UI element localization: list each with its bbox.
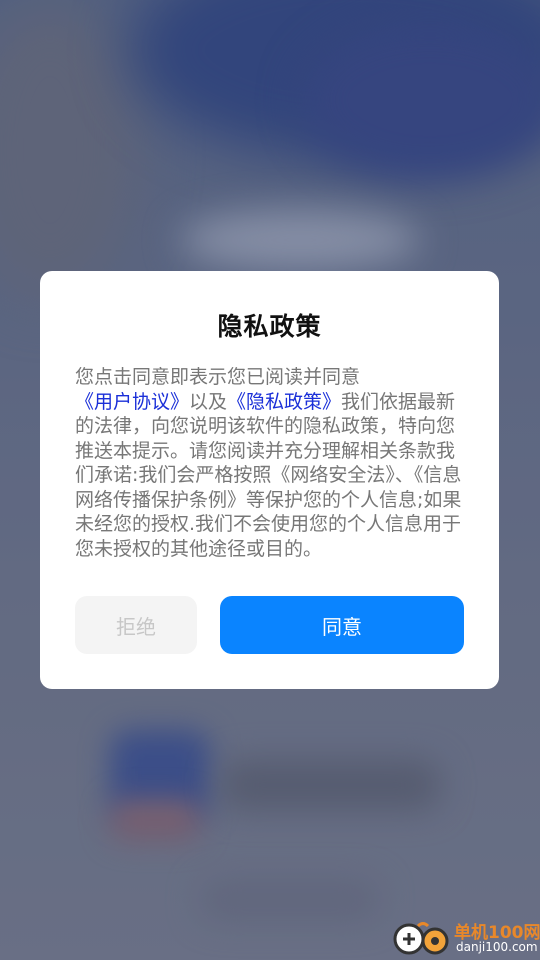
agree-button[interactable]: 同意: [220, 596, 464, 654]
dialog-title: 隐私政策: [217, 312, 322, 341]
dialog-body: 您点击同意即表示您已阅读并同意《用户协议》以及《隐私政策》我们依据最新的法律，向…: [75, 365, 467, 561]
privacy-dialog: 隐私政策 您点击同意即表示您已阅读并同意《用户协议》以及《隐私政策》我们依据最新…: [40, 271, 499, 689]
watermark: 单机100网 danji100.com: [392, 918, 540, 960]
app-screen: 隐私政策 您点击同意即表示您已阅读并同意《用户协议》以及《隐私政策》我们依据最新…: [0, 0, 540, 960]
body-text: 您点击同意即表示您已阅读并同意: [75, 366, 361, 388]
privacy-policy-link[interactable]: 《隐私政策》: [227, 391, 341, 413]
watermark-logo-icon: [393, 922, 449, 955]
user-agreement-link[interactable]: 《用户协议》: [75, 391, 189, 413]
body-text: 我们依据最新的法律，向您说明该软件的隐私政策，特向您推送本提示。请您阅读并充分理…: [75, 390, 462, 560]
watermark-url: danji100.com: [456, 940, 538, 954]
body-text: 以及: [189, 390, 228, 413]
reject-button[interactable]: 拒绝: [75, 596, 197, 654]
